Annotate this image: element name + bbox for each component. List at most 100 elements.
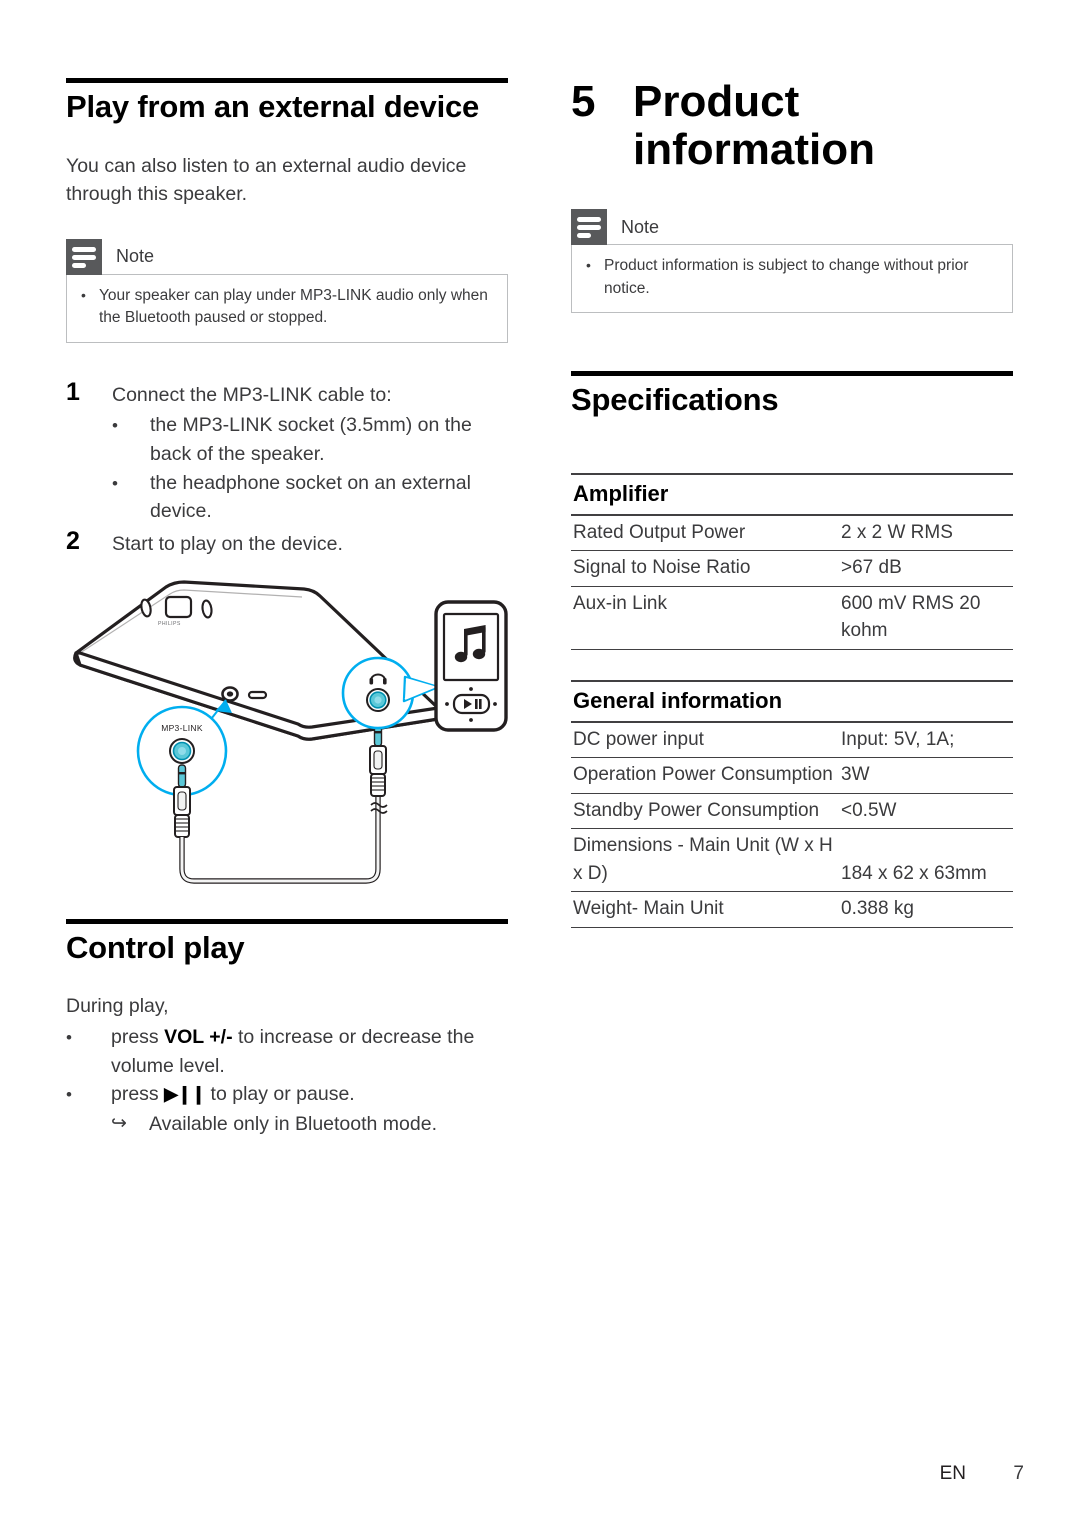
note-header: Note xyxy=(66,238,508,275)
table-row: Aux-in Link 600 mV RMS 20 kohm xyxy=(571,586,1013,650)
mp3-player-up-dot xyxy=(469,686,473,691)
specifications-rule xyxy=(571,370,1013,376)
spec-value: 0.388 kg xyxy=(839,891,1013,929)
note-body: • Your speaker can play under MP3-LINK a… xyxy=(66,273,508,343)
left-column: Play from an external device You can als… xyxy=(66,78,508,1138)
specifications-title: Specifications xyxy=(571,381,779,417)
bullet-dot: • xyxy=(112,473,118,493)
note-bullet-text: Product information is subject to change… xyxy=(604,257,969,297)
spec-key: Signal to Noise Ratio xyxy=(571,550,839,587)
spec-key: DC power input xyxy=(571,722,839,759)
table-row: DC power input Input: 5V, 1A; xyxy=(571,722,1013,759)
note-bullet-item: • Your speaker can play under MP3-LINK a… xyxy=(81,285,493,330)
substep-item: • the MP3-LINK socket (3.5mm) on the bac… xyxy=(66,411,508,468)
table-row: Weight- Main Unit 0.388 kg xyxy=(571,891,1013,929)
spec-key: Dimensions - Main Unit (W x H x D) xyxy=(571,828,839,893)
mp3-link-socket-label: MP3-LINK xyxy=(161,723,203,733)
note-box: Note • Product information is subject to… xyxy=(571,209,1013,313)
control-play-bullet: • press VOL +/- to increase or decrease … xyxy=(66,1023,508,1080)
step-text: Start to play on the device. xyxy=(112,533,343,556)
bullet-dot: • xyxy=(81,286,86,303)
chapter-number: 5 xyxy=(571,77,596,126)
spec-value: 184 x 62 x 63mm xyxy=(839,828,1013,893)
spec-value: 2 x 2 W RMS xyxy=(839,515,1013,552)
spec-value: >67 dB xyxy=(839,550,1013,587)
chapter-title: Product information xyxy=(633,77,875,174)
page-footer: EN 7 xyxy=(0,1463,1080,1485)
note-bullet-item: • Product information is subject to chan… xyxy=(586,255,998,300)
step-item: 1 Connect the MP3-LINK cable to: xyxy=(66,377,508,410)
spec-value: <0.5W xyxy=(839,793,1013,830)
control-play-title: Control play xyxy=(66,929,245,965)
bullet-prefix: press xyxy=(111,1026,165,1048)
bullet-prefix: press xyxy=(111,1083,165,1106)
control-play-bullet-text: press VOL +/- to increase or decrease th… xyxy=(111,1023,508,1080)
spec-group-title: General information xyxy=(571,679,1013,723)
table-row: Dimensions - Main Unit (W x H x D) 184 x… xyxy=(571,828,1013,893)
control-play-rule xyxy=(66,918,508,924)
footer-language: EN xyxy=(939,1463,966,1484)
spec-table: DC power input Input: 5V, 1A; Operation … xyxy=(571,722,1013,929)
table-row: Signal to Noise Ratio >67 dB xyxy=(571,550,1013,587)
spec-key: Rated Output Power xyxy=(571,515,839,552)
bullet-dot: • xyxy=(66,1028,72,1047)
usb-socket xyxy=(247,690,268,699)
table-row: Standby Power Consumption <0.5W xyxy=(571,793,1013,830)
note-bullet-text: Your speaker can play under MP3-LINK aud… xyxy=(99,286,488,327)
spec-table: Rated Output Power 2 x 2 W RMS Signal to… xyxy=(571,515,1013,650)
spec-key: Weight- Main Unit xyxy=(571,891,839,929)
spec-group-title: Amplifier xyxy=(571,472,1013,516)
table-row: Rated Output Power 2 x 2 W RMS xyxy=(571,515,1013,552)
control-play-subnote-text: Available only in Bluetooth mode. xyxy=(149,1112,437,1135)
step-item: 2 Start to play on the device. xyxy=(66,526,508,559)
bullet-dot: • xyxy=(66,1085,72,1105)
connection-diagram: PHILIPS MP3-LINK xyxy=(66,569,508,899)
control-play-subnote: ↪ Available only in Bluetooth mode. xyxy=(66,1110,508,1139)
mp3-player-left-dot xyxy=(445,701,449,706)
spec-value: 600 mV RMS 20 kohm xyxy=(839,586,1013,650)
manual-page: Play from an external device You can als… xyxy=(0,0,1080,1527)
intro-paragraph: You can also listen to an external audio… xyxy=(66,154,467,206)
mp3-player-right-dot xyxy=(493,701,497,706)
substep-text: the MP3-LINK socket (3.5mm) on the back … xyxy=(150,414,472,466)
speaker-brand-label: PHILIPS xyxy=(158,621,181,627)
step-number: 1 xyxy=(66,377,80,406)
spec-key: Aux-in Link xyxy=(571,586,839,650)
note-body: • Product information is subject to chan… xyxy=(571,244,1013,313)
substep-list: • the MP3-LINK socket (3.5mm) on the bac… xyxy=(66,411,508,526)
spec-value: Input: 5V, 1A; xyxy=(839,722,1013,759)
page-title: Play from an external device xyxy=(66,89,480,124)
mp3-player-down-dot xyxy=(469,717,473,722)
spec-key: Standby Power Consumption xyxy=(571,793,839,830)
substep-text: the headphone socket on an external devi… xyxy=(150,471,471,523)
substep-item: • the headphone socket on an external de… xyxy=(66,469,508,526)
footer-page-number: 7 xyxy=(1013,1463,1024,1484)
mp3-player-screen xyxy=(442,612,500,681)
note-label: Note xyxy=(116,246,155,267)
spec-group-general-information: General information DC power input Input… xyxy=(571,679,1013,929)
note-label: Note xyxy=(621,216,660,237)
vol-key-label: VOL +/- xyxy=(164,1026,233,1048)
control-play-intro: During play, xyxy=(66,995,169,1018)
bullet-suffix: to play or pause. xyxy=(205,1083,355,1106)
bullet-dot: • xyxy=(112,416,118,436)
table-row: Operation Power Consumption 3W xyxy=(571,757,1013,794)
spec-key: Operation Power Consumption xyxy=(571,757,839,794)
spec-value: 3W xyxy=(839,757,1013,794)
note-icon xyxy=(571,209,607,246)
note-header: Note xyxy=(571,209,1013,246)
connection-diagram-svg: PHILIPS MP3-LINK xyxy=(73,580,508,884)
bullet-dot: • xyxy=(586,257,591,274)
mp3-player-illustration xyxy=(434,600,508,732)
arrow-icon: ↪ xyxy=(111,1112,127,1134)
play-pause-icon: ▶❙❙ xyxy=(164,1084,206,1105)
spec-group-amplifier: Amplifier Rated Output Power 2 x 2 W RMS… xyxy=(571,472,1013,650)
control-play-bullet-text: press ▶❙❙ to play or pause. xyxy=(111,1080,355,1109)
step-number: 2 xyxy=(66,527,80,556)
chapter-heading: 5 Product information xyxy=(571,78,1013,173)
step-text: Connect the MP3-LINK cable to: xyxy=(112,383,392,406)
note-icon xyxy=(66,238,102,275)
right-column: 5 Product information Note • Product inf… xyxy=(571,78,1013,958)
instruction-steps: 1 Connect the MP3-LINK cable to: • the M… xyxy=(66,377,508,559)
control-play-bullet: • press ▶❙❙ to play or pause. xyxy=(66,1080,508,1109)
